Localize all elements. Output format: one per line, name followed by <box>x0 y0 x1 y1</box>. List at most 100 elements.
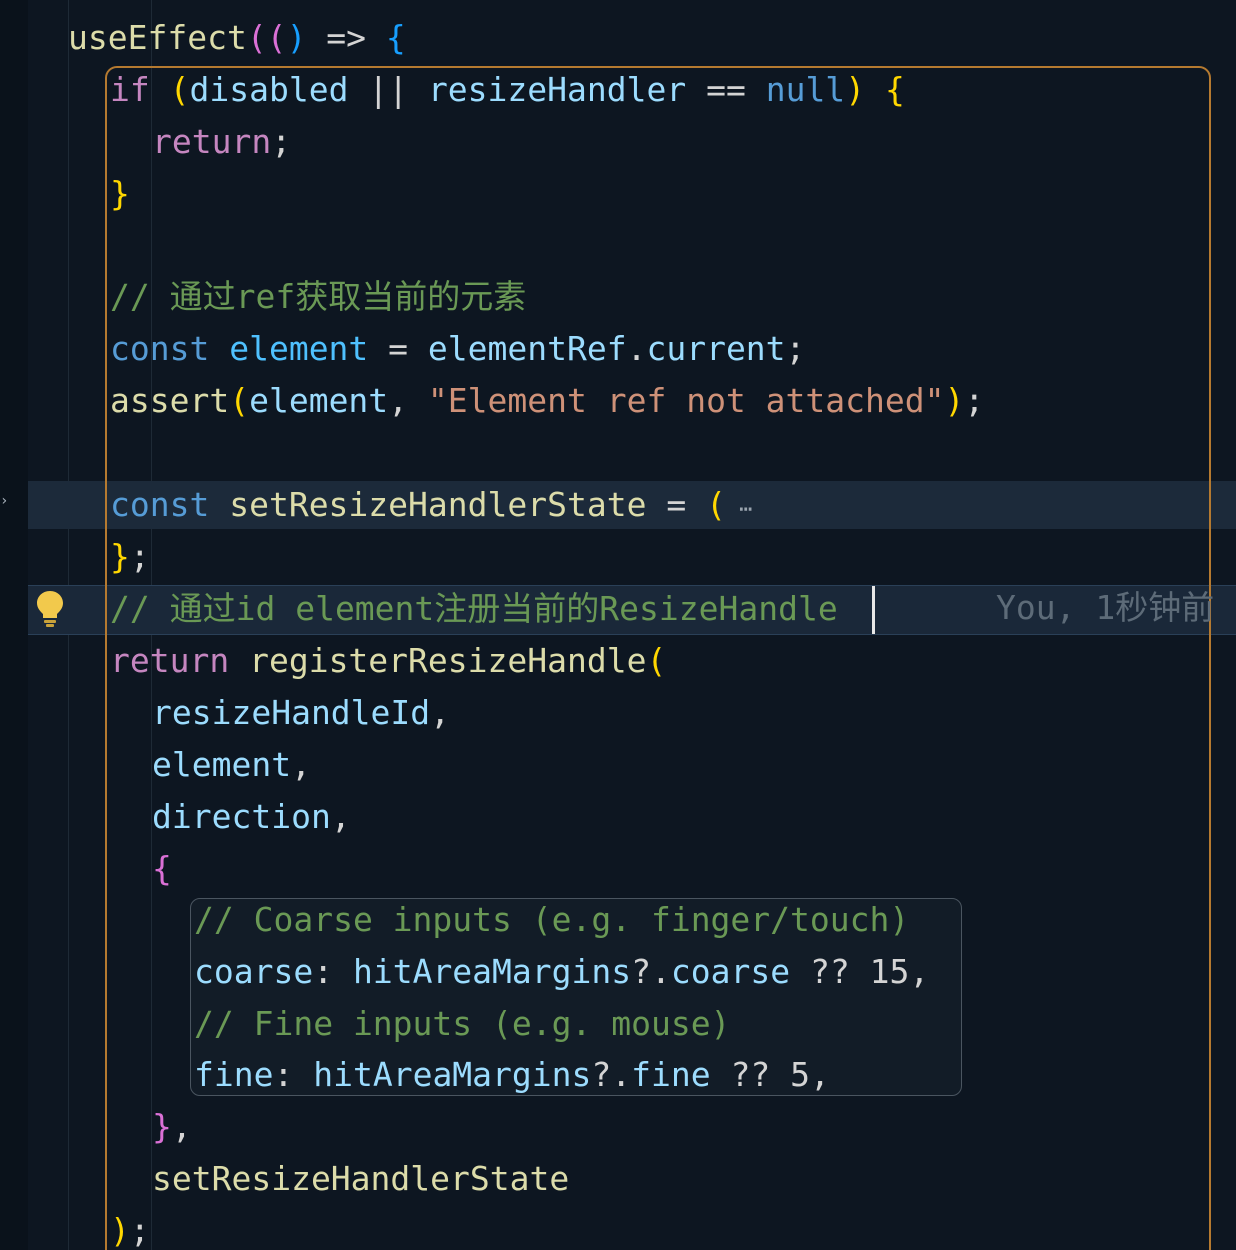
code-token: == <box>686 70 766 109</box>
code-line[interactable]: assert(element, "Element ref not attache… <box>110 375 984 427</box>
editor-gutter[interactable] <box>0 0 28 1250</box>
code-token: ; <box>129 537 150 576</box>
code-token: hitAreaMargins <box>352 952 632 991</box>
code-line[interactable]: fine: hitAreaMargins?.fine ?? 5, <box>194 1049 830 1101</box>
code-token: , <box>909 952 930 991</box>
code-token: ( <box>646 641 667 680</box>
code-editor[interactable]: › useEffect(() => { if (disabled || resi… <box>0 0 1236 1250</box>
code-token: 15 <box>869 952 910 991</box>
code-line[interactable]: const element = elementRef.current; <box>110 323 805 375</box>
code-token: setResizeHandlerState <box>229 485 647 524</box>
code-token: (( <box>246 18 287 57</box>
code-token: ⋯ <box>725 497 753 522</box>
code-token: , <box>388 381 428 420</box>
code-token: "Element ref not attached" <box>427 381 945 420</box>
fold-chevron-icon[interactable]: › <box>0 494 8 508</box>
code-token: : <box>313 952 353 991</box>
code-token: disabled <box>189 70 349 109</box>
code-token: = <box>368 329 428 368</box>
code-token: // 通过id element注册当前的ResizeHandle <box>110 589 838 628</box>
git-blame-annotation: You, 1秒钟前 <box>996 588 1215 627</box>
code-token: } <box>110 537 130 576</box>
code-line[interactable]: // 通过id element注册当前的ResizeHandle <box>110 583 838 635</box>
code-token: { <box>884 70 905 109</box>
code-line[interactable]: // 通过ref获取当前的元素 <box>110 271 526 323</box>
code-token: ) <box>110 1211 130 1250</box>
code-token: hitAreaMargins <box>313 1055 592 1094</box>
code-token: ) <box>286 18 307 57</box>
code-token: . <box>626 329 647 368</box>
code-token: element <box>249 381 389 420</box>
code-line[interactable]: // Coarse inputs (e.g. finger/touch) <box>194 894 909 946</box>
code-token: ; <box>271 122 292 161</box>
code-token: const <box>110 485 210 524</box>
code-line[interactable]: { <box>152 843 172 895</box>
code-token: ?? <box>710 1055 791 1094</box>
code-token: , <box>809 1055 830 1094</box>
code-token: : <box>273 1055 314 1094</box>
code-token: 5 <box>790 1055 810 1094</box>
code-token: direction <box>152 797 331 836</box>
code-token: { <box>385 18 406 57</box>
code-line[interactable]: } <box>110 168 130 220</box>
code-token: return <box>110 641 230 680</box>
code-token: ?? <box>790 952 870 991</box>
code-token: useEffect <box>68 18 247 57</box>
code-token: current <box>646 329 786 368</box>
code-token: ( <box>706 485 726 524</box>
code-token: // Coarse inputs (e.g. finger/touch) <box>194 900 910 939</box>
code-token: coarse <box>670 952 791 991</box>
code-line[interactable]: direction, <box>152 791 351 843</box>
code-token: return <box>152 122 272 161</box>
code-token: ( <box>229 381 250 420</box>
code-line[interactable]: // Fine inputs (e.g. mouse) <box>194 998 730 1050</box>
code-token: element <box>152 745 292 784</box>
code-token: fine <box>631 1055 711 1094</box>
text-cursor <box>872 586 875 634</box>
code-token: // Fine inputs (e.g. mouse) <box>194 1004 731 1043</box>
code-token: const <box>110 329 210 368</box>
code-token: , <box>330 797 351 836</box>
code-token: ) <box>944 381 965 420</box>
code-token: , <box>291 745 311 784</box>
code-token: ; <box>964 381 985 420</box>
code-token: ?. <box>631 952 671 991</box>
code-line[interactable]: ); <box>110 1205 150 1250</box>
code-token: => <box>306 18 386 57</box>
code-token: fine <box>194 1055 274 1094</box>
code-token: , <box>171 1107 192 1146</box>
code-line[interactable]: useEffect(() => { <box>68 12 406 64</box>
code-token: } <box>110 174 130 213</box>
code-line[interactable]: }; <box>110 531 150 583</box>
code-token: setResizeHandlerState <box>152 1159 570 1198</box>
code-line[interactable]: coarse: hitAreaMargins?.coarse ?? 15, <box>194 946 929 998</box>
code-token: , <box>430 693 451 732</box>
code-token: ( <box>169 70 190 109</box>
code-line[interactable]: setResizeHandlerState <box>152 1153 569 1205</box>
code-token: assert <box>110 381 230 420</box>
code-token: resizeHandleId <box>152 693 431 732</box>
code-token: ) <box>845 70 866 109</box>
code-token: resizeHandler <box>427 70 687 109</box>
code-token: element <box>229 329 369 368</box>
lightbulb-icon[interactable] <box>34 588 66 628</box>
code-line[interactable]: }, <box>152 1101 192 1153</box>
code-token: || <box>348 70 428 109</box>
code-token: = <box>646 485 707 524</box>
code-token: ?. <box>591 1055 632 1094</box>
code-line[interactable]: return registerResizeHandle( <box>110 635 666 687</box>
code-line[interactable]: if (disabled || resizeHandler == null) { <box>110 64 905 116</box>
code-token: ; <box>785 329 806 368</box>
code-token: if <box>110 70 150 109</box>
code-line[interactable]: element, <box>152 739 311 791</box>
code-token: { <box>152 849 172 888</box>
code-token: ; <box>129 1211 150 1250</box>
code-line[interactable]: return; <box>152 116 291 168</box>
code-line[interactable]: resizeHandleId, <box>152 687 450 739</box>
code-token: elementRef <box>427 329 627 368</box>
code-line[interactable]: const setResizeHandlerState = ( ⋯ <box>110 479 752 531</box>
